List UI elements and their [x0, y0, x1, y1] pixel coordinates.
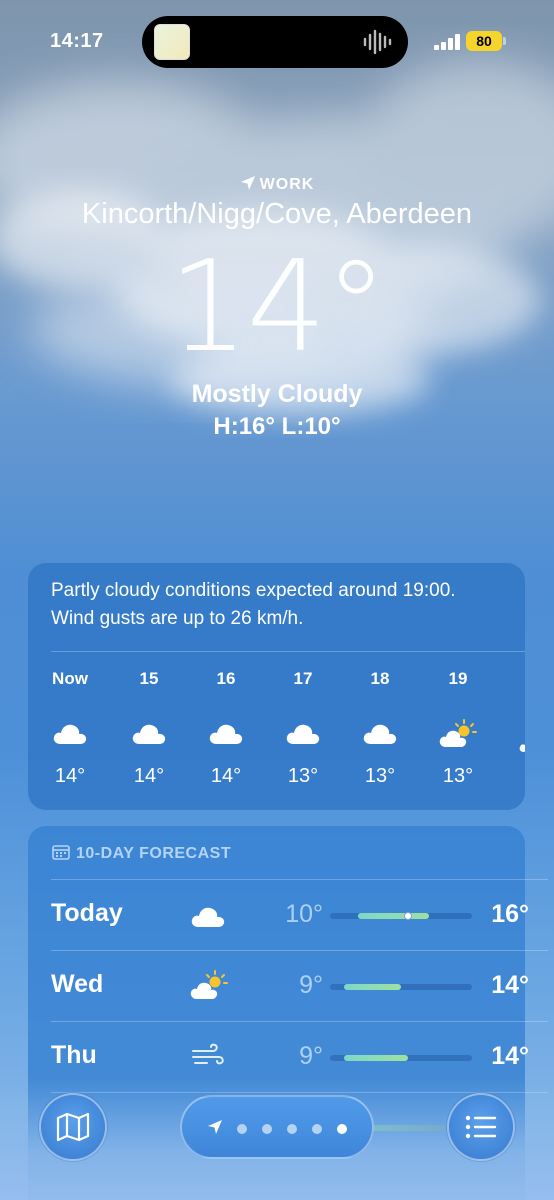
location-arrow-icon — [240, 176, 255, 190]
hourly-forecast-card[interactable]: Partly cloudy conditions expected around… — [28, 563, 525, 810]
hour-label: 15 — [139, 669, 159, 688]
city-name: Kincorth/Nigg/Cove, Aberdeen — [81, 198, 473, 230]
current-temperature: 14° — [0, 232, 554, 382]
hourly-item: 15 14° — [119, 669, 179, 788]
partly-sunny-icon — [439, 719, 477, 747]
forecast-high: 14° — [491, 971, 529, 999]
forecast-day: Today — [51, 899, 123, 927]
cloud-icon — [132, 724, 166, 744]
page-dot[interactable] — [287, 1124, 297, 1134]
partly-sunny-icon — [190, 970, 228, 999]
wind-icon — [192, 1043, 224, 1065]
hour-label: 19 — [448, 669, 468, 688]
temperature-range-bar — [330, 912, 472, 920]
now-playing-thumbnail — [154, 24, 190, 60]
temperature-range-fill — [344, 984, 401, 990]
cloud-icon — [53, 724, 87, 744]
current-temperature-value: 14° — [168, 233, 387, 380]
hourly-item: 19 13° — [428, 669, 488, 788]
location-pager[interactable] — [180, 1095, 374, 1159]
cloud-icon — [286, 724, 320, 744]
hour-label: 16 — [216, 669, 236, 688]
hourly-item: 17 13° — [273, 669, 333, 788]
hourly-item: 18 13° — [350, 669, 410, 788]
location-arrow-icon — [208, 1120, 222, 1134]
hour-temperature: 13° — [287, 765, 319, 787]
hour-label: 17 — [293, 669, 313, 688]
forecast-row[interactable]: Wed 9° 14° — [51, 950, 548, 1020]
page-dot[interactable] — [237, 1124, 247, 1134]
weather-summary: Partly cloudy conditions expected around… — [51, 580, 456, 629]
divider — [51, 950, 548, 951]
hour-label: Now — [52, 669, 88, 688]
divider — [51, 1021, 548, 1022]
forecast-high: 14° — [491, 1042, 529, 1070]
hour-temperature: 14° — [54, 765, 86, 787]
hour-temperature: 13° — [364, 765, 396, 787]
hour-label: 18 — [370, 669, 390, 688]
forecast-day: Wed — [51, 970, 104, 998]
temperature-range-bar — [330, 984, 472, 990]
divider — [51, 651, 525, 652]
forecast-high: 16° — [491, 900, 529, 928]
forecast-low: 10° — [285, 900, 323, 928]
status-bar: 14:17 80 — [0, 0, 554, 90]
page-dot[interactable] — [312, 1124, 322, 1134]
pager-trail — [372, 1125, 446, 1131]
battery-indicator: 80 — [466, 31, 502, 51]
temperature-range-fill — [344, 1055, 409, 1061]
hourly-item: Now 14° — [40, 669, 100, 788]
forecast-row[interactable]: Today 10° 16° — [51, 879, 548, 949]
hour-temperature: 14° — [133, 765, 165, 787]
clock: 14:17 — [50, 30, 104, 52]
forecast-low: 9° — [299, 1042, 323, 1070]
page-dot[interactable] — [262, 1124, 272, 1134]
cloud-icon — [191, 907, 225, 927]
hourly-item: 16 14° — [196, 669, 256, 788]
hour-temperature: 13° — [442, 765, 474, 787]
battery-tip — [503, 37, 506, 45]
forecast-day: Thu — [51, 1041, 97, 1069]
audio-waveform-icon — [363, 29, 392, 55]
location-tag-text: WORK — [259, 176, 315, 193]
temperature-range-bar — [330, 1055, 472, 1061]
hour-temperature: 14° — [210, 765, 242, 787]
location-label: WORK — [0, 175, 554, 194]
cloud-icon — [363, 724, 397, 744]
page-dot[interactable] — [337, 1124, 347, 1134]
dynamic-island[interactable] — [142, 16, 408, 68]
calendar-icon — [52, 845, 70, 860]
temperature-range-fill — [358, 913, 430, 919]
hourly-overflow-peek — [518, 735, 525, 753]
list-icon — [465, 1115, 497, 1139]
cloud-icon — [209, 724, 243, 744]
map-icon — [56, 1112, 90, 1142]
location-list-button[interactable] — [447, 1093, 515, 1161]
divider — [51, 879, 548, 880]
forecast-low: 9° — [299, 971, 323, 999]
cellular-signal-icon — [434, 34, 460, 50]
current-condition: Mostly Cloudy — [191, 380, 363, 408]
high-low-temperature: H:16° L:10° — [213, 413, 341, 440]
forecast-title-text: 10-DAY FORECAST — [76, 845, 232, 862]
forecast-title: 10-DAY FORECAST — [52, 844, 231, 863]
map-button[interactable] — [39, 1093, 107, 1161]
